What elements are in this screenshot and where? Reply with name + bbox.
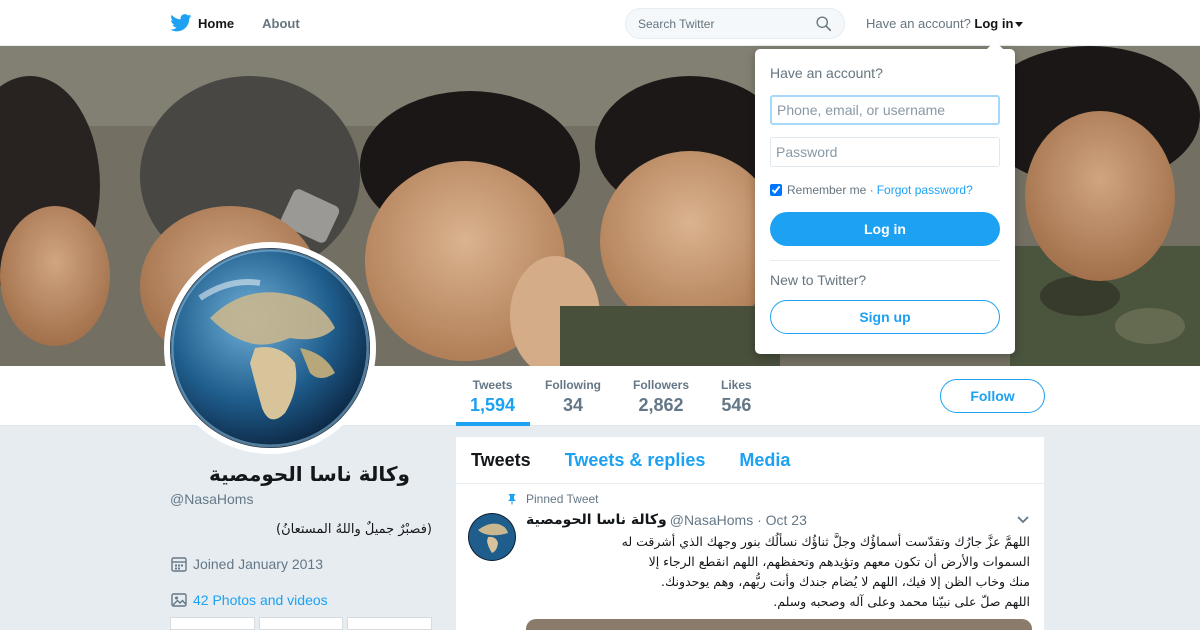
tweet-author-handle[interactable]: @NasaHoms <box>670 512 753 528</box>
nav-about-link[interactable]: About <box>262 16 300 31</box>
chevron-down-icon[interactable] <box>1015 22 1024 28</box>
joined-text: Joined January 2013 <box>193 556 323 572</box>
nav-home-link[interactable]: Home <box>170 14 234 32</box>
nav-links: Home About <box>170 0 328 46</box>
divider <box>770 260 1000 261</box>
photo-icon <box>171 593 187 607</box>
search-input[interactable]: Search Twitter <box>625 8 845 39</box>
media-thumbnail[interactable] <box>170 617 255 630</box>
account-area: Have an account? Log in <box>866 16 1024 31</box>
tweet-text-line: اللهم صلّ على نبيّنا محمد وعلى آله وصحبه… <box>773 594 1030 609</box>
tweet-header: وكالة ناسا الحومصية @NasaHoms · Oct 23 <box>526 512 1032 528</box>
remember-row: Remember me · Forgot password? <box>770 183 973 197</box>
dropdown-title: Have an account? <box>770 65 883 81</box>
stat-value: 1,594 <box>470 395 516 415</box>
media-thumbnails <box>170 617 433 630</box>
joined-date: Joined January 2013 <box>170 555 323 573</box>
pinned-tweet-label: Pinned Tweet <box>506 492 599 506</box>
pin-icon <box>508 494 516 505</box>
search-icon[interactable] <box>815 15 832 32</box>
remember-me-checkbox[interactable] <box>770 184 782 196</box>
twitter-bird-icon <box>170 14 192 32</box>
separator-dot: · <box>869 183 874 197</box>
stat-value: 2,862 <box>638 395 684 415</box>
chevron-down-icon[interactable] <box>1016 515 1030 525</box>
photos-videos-link[interactable]: 42 Photos and videos <box>170 591 328 609</box>
forgot-password-link[interactable]: Forgot password? <box>877 183 973 197</box>
active-tab-indicator <box>456 422 530 426</box>
tweet-text-line: السموات والأرض أن تكون معهم وتؤيدهم وتحف… <box>648 554 1030 569</box>
remember-me-label[interactable]: Remember me <box>787 183 866 197</box>
login-dropdown-toggle[interactable]: Log in <box>974 16 1013 31</box>
login-dropdown: Have an account? Remember me · Forgot pa… <box>755 41 1015 354</box>
signup-button[interactable]: Sign up <box>770 300 1000 334</box>
search-placeholder: Search Twitter <box>638 16 715 31</box>
calendar-icon <box>171 557 187 572</box>
profile-name[interactable]: وكالة ناسا الحومصية <box>170 462 410 486</box>
media-thumbnail[interactable] <box>258 617 344 630</box>
password-field[interactable] <box>770 137 1000 167</box>
tweet-author-name[interactable]: وكالة ناسا الحومصية <box>526 512 667 528</box>
stat-followers[interactable]: Followers 2,862 <box>633 378 689 416</box>
username-field[interactable] <box>770 95 1000 125</box>
profile-bio: (فصبْرٌ جميلٌ واللهُ المستعانُ) <box>276 522 432 537</box>
timeline: Tweets Tweets & replies Media Pinned Twe… <box>456 437 1044 630</box>
tab-tweets-replies[interactable]: Tweets & replies <box>565 450 706 471</box>
new-to-twitter-label: New to Twitter? <box>770 272 867 288</box>
stat-likes[interactable]: Likes 546 <box>721 378 752 416</box>
stat-value: 34 <box>562 395 584 415</box>
tweet-text-line: منك وخاب الظن إلا فيك، اللهم لا يُضام جن… <box>661 574 1030 589</box>
follow-button[interactable]: Follow <box>940 379 1045 413</box>
tweet-text: اللهمَّ عزَّ جارُك وتقدّست أسماؤُك وجلَّ… <box>526 532 1030 612</box>
tab-tweets[interactable]: Tweets <box>471 450 531 471</box>
tab-media[interactable]: Media <box>739 450 790 471</box>
tweet-avatar[interactable] <box>468 513 516 561</box>
stat-label: Likes <box>721 378 752 392</box>
profile-handle[interactable]: @NasaHoms <box>170 491 253 507</box>
pinned-text: Pinned Tweet <box>526 492 599 506</box>
tweet-media-image[interactable] <box>526 619 1032 630</box>
stat-tweets[interactable]: Tweets 1,594 <box>470 378 515 416</box>
top-navigation: Home About Search Twitter Have an accoun… <box>0 0 1200 46</box>
login-button[interactable]: Log in <box>770 212 1000 246</box>
account-prompt: Have an account? <box>866 16 971 31</box>
media-thumbnail[interactable] <box>347 617 433 630</box>
timeline-tabs: Tweets Tweets & replies Media <box>456 437 1044 484</box>
photos-videos-text: 42 Photos and videos <box>193 592 328 608</box>
stat-label: Tweets <box>472 378 513 392</box>
tweet-date[interactable]: · Oct 23 <box>757 512 807 528</box>
profile-avatar[interactable] <box>164 242 376 454</box>
stat-label: Following <box>545 378 601 392</box>
earth-globe-image <box>170 248 370 448</box>
tweet-text-line: اللهمَّ عزَّ جارُك وتقدّست أسماؤُك وجلَّ… <box>621 534 1030 549</box>
stat-following[interactable]: Following 34 <box>545 378 601 416</box>
nav-home-label: Home <box>198 15 235 31</box>
stat-label: Followers <box>633 378 690 392</box>
stat-value: 546 <box>721 395 752 415</box>
